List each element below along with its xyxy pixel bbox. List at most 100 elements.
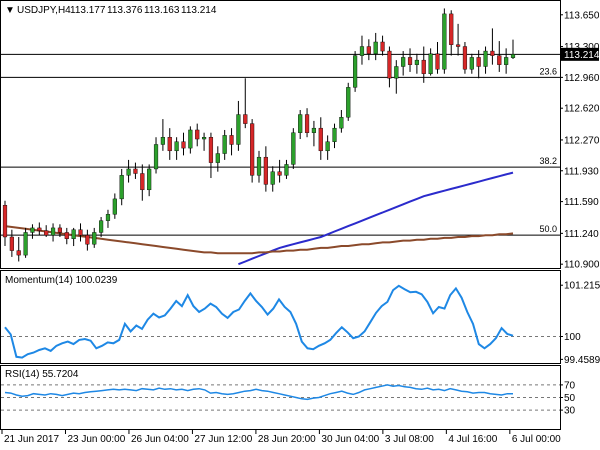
candle-body <box>92 232 97 245</box>
candle-body <box>9 236 14 251</box>
candle-body <box>298 114 303 133</box>
candle-body <box>174 141 179 152</box>
price-tick-label: 112.270 <box>564 135 600 146</box>
candle-body <box>243 114 248 124</box>
candle-body <box>16 250 21 256</box>
candle-body <box>483 50 488 67</box>
collapse-arrow-icon[interactable]: ▼ <box>5 5 15 16</box>
candle-body <box>359 46 365 56</box>
candle-body <box>85 234 90 245</box>
time-tick-label: 6 Jul 00:00 <box>512 434 561 445</box>
candle-body <box>462 46 468 70</box>
ohlc-high: 113.376 <box>107 5 143 16</box>
time-tick-label: 26 Jun 04:00 <box>131 434 189 445</box>
rsi-tick-label: 70 <box>564 380 576 391</box>
candle-body <box>353 55 358 88</box>
candle-body <box>37 227 42 231</box>
candle-body <box>373 41 378 54</box>
candle-body <box>64 232 69 239</box>
candle-body <box>469 57 474 70</box>
candle-body <box>147 168 152 191</box>
candle-body <box>78 229 83 236</box>
candle-body <box>504 57 509 65</box>
candle-body <box>140 173 145 191</box>
candle-body <box>153 144 159 170</box>
candle-body <box>250 123 255 176</box>
candle <box>462 41 468 74</box>
candle-body <box>435 53 440 70</box>
candle-body <box>380 41 385 52</box>
candle-body <box>311 127 317 133</box>
rsi-title: RSI(14) 55.7204 <box>5 369 79 380</box>
candle-body <box>291 132 296 165</box>
candle-body <box>195 129 200 140</box>
candle-body <box>497 55 502 65</box>
candle-body <box>263 156 268 185</box>
candle-body <box>50 227 56 236</box>
momentum-tick-label: 101.2151 <box>564 281 600 292</box>
candle-body <box>160 137 165 145</box>
candle-body <box>318 127 323 152</box>
ohlc-open: 113.177 <box>70 5 106 16</box>
candle-body <box>2 205 8 238</box>
candle-body <box>510 54 516 58</box>
momentum-title: Momentum(14) 100.0239 <box>5 275 118 286</box>
candle-body <box>105 214 111 221</box>
price-tick-label: 113.650 <box>564 10 600 21</box>
candle-body <box>401 57 406 67</box>
candle-body <box>167 137 172 152</box>
candle-body <box>366 46 371 54</box>
candle-body <box>490 50 495 56</box>
momentum-tick-label: 99.4589 <box>564 355 600 366</box>
fib-label: 38.2 <box>539 156 557 166</box>
time-tick-label: 28 Jun 20:00 <box>258 434 316 445</box>
candle-body <box>126 168 131 176</box>
time-tick-label: 21 Jun 2017 <box>4 434 59 445</box>
candle-body <box>215 153 220 163</box>
candle-body <box>208 137 214 163</box>
candle-body <box>44 230 49 236</box>
candle-body <box>201 137 207 140</box>
candle-body <box>71 229 76 239</box>
candle-body <box>346 87 351 118</box>
candle <box>353 51 358 92</box>
candle-body <box>421 59 426 74</box>
main-chart-panel <box>0 0 561 269</box>
candle <box>23 227 28 258</box>
time-tick-label: 27 Jun 12:00 <box>194 434 252 445</box>
candle-body <box>442 13 447 70</box>
candle-body <box>449 13 454 45</box>
candle-body <box>30 227 35 233</box>
time-axis: 21 Jun 2017 23 Jun 00:00 26 Jun 04:00 27 Ju… <box>1 430 561 445</box>
price-tick-label: 112.620 <box>564 104 600 115</box>
candle-body <box>414 59 419 65</box>
candle-body <box>304 114 310 133</box>
price-tick-label: 110.900 <box>564 260 600 271</box>
candle <box>291 128 296 169</box>
candle-body <box>23 232 28 256</box>
rsi-axis: 70 50 30 <box>560 380 576 417</box>
candle-body <box>428 53 433 74</box>
candle-body <box>277 171 282 176</box>
chart-window: ▼ USDJPY,H4 113.177 113.376 113.163 113.… <box>0 0 600 445</box>
candle-body <box>119 175 124 200</box>
candle-body <box>394 66 399 79</box>
candle-body <box>455 44 461 47</box>
current-price-label: 113.214 <box>564 50 600 61</box>
ohlc-low: 113.163 <box>144 5 180 16</box>
candle-body <box>339 117 344 129</box>
candle-body <box>229 135 234 145</box>
price-tick-label: 112.960 <box>564 73 600 84</box>
momentum-tick-label: 100 <box>564 332 581 343</box>
time-tick-label: 30 Jun 04:00 <box>321 434 379 445</box>
candle <box>346 82 351 121</box>
current-price-tag: 113.214 <box>561 47 600 61</box>
candle-body <box>188 129 193 149</box>
time-tick-label: 23 Jun 00:00 <box>67 434 125 445</box>
chart-symbol: USDJPY,H4 <box>17 5 71 16</box>
price-tick-label: 111.240 <box>564 229 599 240</box>
rsi-tick-label: 50 <box>564 393 576 404</box>
candle <box>442 8 447 74</box>
candle-body <box>236 114 241 145</box>
fib-label: 23.6 <box>539 66 557 76</box>
